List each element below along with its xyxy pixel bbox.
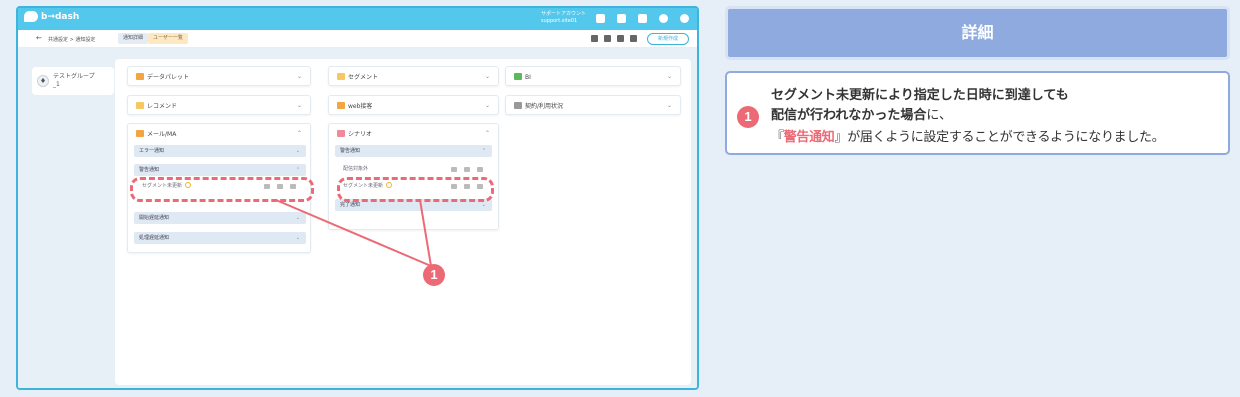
detail-header: 詳細 [725, 6, 1230, 60]
trash-icon[interactable] [630, 35, 637, 42]
notification-bell-icon[interactable] [596, 14, 605, 23]
annotation-connectors [275, 199, 432, 267]
connector-line [419, 199, 432, 267]
support-account-id: support.site01 [541, 18, 578, 24]
screenshot-frame: b→dash サポートアカウント support.site01 ← 共通設定 >… [16, 6, 699, 390]
work-area: ♦ テストグループ_1 データパレット ⌄ セグメント ⌄ BI ⌄ レコメンド ⌄ w… [18, 48, 697, 388]
note-text: に、 [926, 108, 952, 123]
copy-icon[interactable] [617, 35, 624, 42]
grid-menu-icon[interactable] [638, 14, 647, 23]
note-emphasis: 警告通知 [783, 130, 835, 145]
support-account-name: サポートアカウント [541, 11, 587, 17]
logout-icon[interactable] [680, 14, 689, 23]
annotation-badge: 1 [423, 264, 445, 286]
user-icon[interactable] [591, 35, 598, 42]
detail-note: 1 セグメント未更新により指定した日時に到達しても 配信が行われなかった場合に、… [725, 71, 1230, 155]
note-line-3: 『警告通知』が届くように設定することができるようになりました。 [771, 126, 1165, 145]
note-line-2: 配信が行われなかった場合に、 [771, 104, 952, 123]
logo-icon [24, 11, 38, 22]
app-logo[interactable]: b→dash [24, 11, 79, 22]
breadcrumb-bar: ← 共通設定 > 通知設定 通知詳細 ユーザー一覧 新規作成 [18, 30, 697, 48]
note-badge: 1 [737, 106, 759, 128]
top-bar: b→dash サポートアカウント support.site01 [18, 8, 697, 30]
back-arrow-icon[interactable]: ← [36, 34, 42, 42]
top-icons [596, 14, 689, 23]
edit-icon[interactable] [604, 35, 611, 42]
new-create-button[interactable]: 新規作成 [647, 33, 689, 45]
note-text: 『 [771, 130, 784, 145]
note-text: 』が届くように設定することができるようになりました。 [834, 130, 1165, 145]
support-account[interactable]: サポートアカウント support.site01 [541, 11, 586, 25]
help-icon[interactable] [659, 14, 668, 23]
tab-notification-detail[interactable]: 通知詳細 [118, 33, 149, 44]
tab-user-list[interactable]: ユーザー一覧 [148, 33, 188, 44]
note-line-1: セグメント未更新により指定した日時に到達しても [771, 88, 1069, 103]
wrench-icon[interactable] [617, 14, 626, 23]
connector-line [275, 199, 432, 267]
logo-text: b→dash [41, 11, 80, 22]
breadcrumb[interactable]: 共通設定 > 通知設定 [48, 36, 95, 43]
toolbar-icons [591, 35, 637, 42]
note-bold: 配信が行われなかった場合 [771, 108, 927, 123]
